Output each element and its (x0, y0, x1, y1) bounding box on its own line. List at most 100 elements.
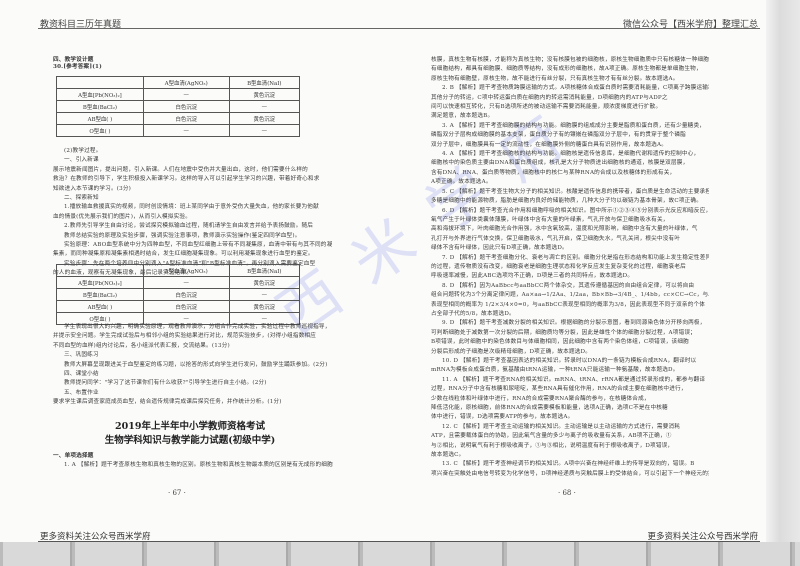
table-cell: 黄色沉淀 (228, 300, 301, 313)
text-line: 四、课堂小结 (64, 371, 99, 378)
left-section-heading: 四、教学设计题 30.[参考答案](1) (53, 56, 102, 73)
section-title-2: 一、单项选择题 (53, 453, 94, 459)
table-cell: — (228, 124, 301, 137)
exam-title: 2019年上半年中小学教师资格考试 (115, 421, 265, 432)
text-line: 1.播放输血救援真实的视频，同时创设情境：班上某同学由于意外受伤大量失血，他的家… (64, 204, 319, 211)
text-line: 绿体不含有叶绿体，因此只有D项正确，故本题选D。 (431, 245, 568, 252)
text-line: 8. D 【解析】因为AaBbcc与aaBbCC两个体杂交，其遗传遵循基因的自由… (442, 282, 695, 289)
text-line: 可判断细胞处于减数第一次分裂的后期，细胞质均等分裂，因此是雄性个体的细胞分裂过程… (431, 329, 696, 336)
text-line: 多糖是细胞中的能源物质，脂肪是细胞内良好的储能物质，几种大分子均以碳链为基本骨架… (431, 198, 702, 205)
text-line: 13. C 【解析】题干考查神经调节的相关知识。A项中兴奋在神经纤维上的传导是双… (442, 461, 695, 468)
text-line: 降低活化能，原核细胞，前体RNA的合成需要模板和能量，选项A正确，选项C不是在中… (431, 405, 668, 412)
text-line: 展示地震新闻图片，提出问题，引入新课。人们在地震中受伤并大量出血，这时，他们需要… (53, 166, 308, 173)
text-line: 双分子层中，细胞膜具有一定的流动性，在细胞膜外侧的糖蛋白具有识别作用，故本题选A… (431, 141, 667, 148)
table-cell: 黄色沉淀 (228, 276, 301, 289)
text-line: 核膜，真核生物有核膜，才能称为真核生物；没有核膜包被的细胞核，原核生物细胞质中只… (431, 57, 709, 63)
table-cell: — (142, 276, 230, 289)
text-line: 知欲进入本节课的学习。(3分) (53, 185, 132, 192)
text-line: 满足题意，故本题选B。 (431, 113, 494, 120)
text-line: 少数在线粒体和叶绿体中进行，RNA的合成需要RNA聚合酶的参与，在核糖体合成， (431, 395, 650, 402)
table-cell: 白色沉淀 (142, 288, 230, 301)
table-cell: A型血[Pb(NO₃)₂] (56, 276, 144, 289)
text-line: 孔打开与外界进行气体交换，保卫细胞吸水，气孔开启，保卫细胞失水，气孔关闭，根尖中… (431, 235, 681, 242)
text-line: 实验原理：ABO血型系统中分为四种血型，不同血型红细胞上带有不同凝集原，血清中带… (64, 242, 333, 249)
text-line: 高和海拔环境下，叶肉细胞光合作用强，水中含氧较高，温度和光照影响，细胞中含有大量… (431, 226, 698, 233)
text-line: 12. C 【解析】题干考查主动运输的相关知识。主动运输是以主动运输的方式进行，… (442, 423, 681, 430)
text-line: 呼吸速率减慢，因此ABC选项均不正确，D项是三者的共同特点，故本题选D。 (431, 273, 634, 280)
text-line: B项错误，此时细胞中的染色体数目与体细胞相同，因此细胞中含有两个染色体组，C项错… (431, 339, 689, 346)
text-line: 2. B 【解析】题干考查物质跨膜运输的方式。A项核糖体合成蛋白质时需要消耗能量… (442, 85, 709, 92)
text-line: 其他分子的转运，C项中转运蛋白质在细胞内的转运需消耗能量，D项细胞内的ATP与A… (431, 94, 668, 101)
text-line: 6. D 【解析】题干考查光合作用和细胞呼吸的相关知识。图中所示①②③④⑤分别表… (442, 207, 709, 214)
text-line: 集素，而同种凝集原和凝集素相遇时结合，发生红细胞凝集现象。可以利用凝集现象进行血… (53, 251, 314, 258)
text-line: 一、引入新课 (64, 157, 99, 164)
text-line: 占全部子代的5/8，故本题选D。 (431, 310, 515, 317)
table-header-cell (56, 76, 144, 89)
table-header-cell: B型血清(NaI) (228, 264, 301, 277)
table-cell: B型血(BaCl₂) (56, 288, 144, 301)
text-line: 过程，RNA分子中含有核糖和尿嘧啶，某些RNA具有催化作用，RNA的合成主要在细… (431, 386, 687, 393)
teaching-process-text-2: 学生表现出很大的兴趣，明确实验原理，观看教师演示，分组合作完成实验，实验过程中教… (53, 323, 343, 408)
table-row: B型血(BaCl₂) 白色沉淀 — (56, 288, 301, 301)
text-line: 11. A 【解析】题干考查RNA的相关知识。mRNA、tRNA、rRNA都是通… (442, 376, 706, 383)
table-cell: 白色沉淀 (142, 300, 230, 313)
text-line: 教师提问同学："学习了这节课你们有什么收获?"引导学生进行自主小结。(2分) (64, 380, 267, 387)
table-header-cell: A型血清(AgNO₃) (142, 76, 230, 89)
table-row: O型血( ) — — (56, 124, 301, 137)
table-cell: 黄色沉淀 (228, 88, 301, 101)
page-number-left: · 67 · (168, 489, 186, 497)
table-cell: O型血( ) (56, 124, 144, 137)
text-line: 9. D 【解析】题干考查减数分裂的相关知识。根据细胞的分裂示意图，看到同源染色… (442, 320, 706, 327)
question-1-analysis: 1. A 【解析】题干考查原核生物和真核生物的区别。原核生物和真核生物最本质的区… (64, 462, 333, 469)
text-line: (2)教学过程。 (64, 148, 102, 154)
text-line: 体中进行，错误，D选项需要ATP的参与，故本题选A。 (431, 414, 574, 421)
text-line: 血的情景(优先展示我们的图片)，从而引入模拟实验。 (53, 213, 192, 220)
text-line: 3. A 【解析】题干考查细胞膜的结构与功能。细胞膜的组成成分主要是脂质和蛋白质… (442, 122, 706, 129)
table-row: B型血(BaCl₂) 白色沉淀 — (56, 100, 301, 113)
table-cell: 白色沉淀 (142, 100, 230, 113)
text-line: 三、巩固练习 (64, 352, 99, 359)
text-line: 与②相比，说明氧气有利于根吸收离子，①与③相比，说明温度有利于根吸收离子，D项错… (431, 442, 674, 449)
table-cell: 黄色沉淀 (228, 112, 301, 125)
answer-analysis-text: 核膜，真核生物有核膜，才能称为真核生物；没有核膜包被的细胞核，原核生物细胞质中只… (431, 56, 709, 479)
table-row: AB型血( ) 白色沉淀 黄色沉淀 (56, 300, 301, 313)
text-line: 二、探索新知 (64, 195, 99, 202)
table-row: A型血[Pb(NO₃)₂] — 黄色沉淀 (56, 276, 301, 289)
text-line: 要求学生课后调查家庭成员血型，结合遗传规律完成课后探究任务，并作统计分析。(1分… (53, 399, 282, 406)
text-line: 含有DNA、RNA、蛋白质等物质，细胞核中的核仁与某种RNA的合成以及核糖体的形… (431, 169, 676, 176)
text-line: 4. A 【解析】题干考查细胞核的结构与功能。细胞核是遗传信息库，是细胞代谢和遗… (442, 151, 700, 158)
exam-subtitle: 生物学科知识与教学能力试题(初级中学) (104, 435, 276, 446)
text-line: 五、布置作业 (64, 389, 99, 396)
table-row: AB型血( ) 白色沉淀 黄色沉淀 (56, 112, 301, 125)
text-line: 教师大屏幕呈现跟进关于血型鉴定的练习题，以抢答的形式向学生进行发问，鼓励学生踊跃… (64, 361, 328, 368)
choice-section: 一、单项选择题 1. A 【解析】题干考查原核生物和真核生物的区别。原核生物和真… (53, 452, 343, 471)
page-number-right: · 68 · (558, 489, 576, 497)
text-line: 组合问题转化为3个分离定律问题，Aa×aa→1/2Aa、1/2aa，Bb×Bb→… (431, 292, 709, 299)
table-header-cell: A型血清(AgNO₃) (142, 264, 230, 277)
text-line: 表现型相同的概率为 1/2×3/4×0=0，与aaBbCC表现型相同的概率为3/… (431, 301, 706, 308)
table-cell: 白色沉淀 (142, 112, 230, 125)
text-line: 7. D 【解析】题干考查细胞分化、衰老与凋亡的区别。细胞分化是指在形态结构和功… (442, 254, 709, 261)
text-line: 2.教师先引导学生自由讨论，尝试探究模拟输血过程，随机请学生自由发言并给予表扬鼓… (64, 223, 314, 230)
table-header-cell: B型血清(NaI) (228, 76, 301, 89)
text-line: 救治？在教师的引导下，学生积极投入新课学习。这样的导入可以引起学生学习的兴趣，带… (53, 176, 320, 183)
text-line: mRNA为模板合成蛋白质，氨基酸由tRNA运输，一种tRNA只能运输一种氨基酸，… (431, 367, 679, 374)
text-line: 氧气产生于叶绿体类囊体薄膜，叶绿体中含有大量的叶绿素，气孔开放与保卫细胞吸水有关… (431, 216, 669, 223)
header-rule (38, 28, 760, 29)
teaching-process-text: (2)教学过程。 一、引入新课展示地震新闻图片，提出问题，引入新课。人们在地震中受… (53, 147, 343, 279)
text-line: A项正确。故本题选A。 (431, 179, 492, 186)
text-line: ATP，且需要载体蛋白的协助，因此氧气含量的多少与离子的吸收量有关系，AB项不正… (431, 433, 672, 440)
blood-type-table-2: A型血清(AgNO₃) B型血清(NaI) A型血[Pb(NO₃)₂] — 黄色沉淀 B型… (56, 264, 301, 325)
table-cell: B型血(BaCl₂) (56, 100, 144, 113)
text-line: 学生表现出很大的兴趣，明确实验原理，观看教师演示，分组合作完成实验，实验过程中教… (64, 324, 331, 330)
text-line: 细胞核中的染色质主要由DNA和蛋白质组成，核孔是大分子物质进出细胞核的通道，核膜… (431, 160, 689, 167)
text-line: 并提示安全问题。学生完成试验后与相邻小组的实验结果进行对比，规范实验技步，(对得… (53, 333, 317, 340)
text-line: 项兴奋在突触处由电信号转变为化学信号，D项神经递质与突触后膜上的受体结合，可以引… (431, 470, 709, 477)
answer-label: 30.[参考答案](1) (53, 64, 102, 71)
scan-edge (766, 0, 800, 542)
text-line: 分裂后形成的子细胞是次级精母细胞，D项正确，故本题选D。 (431, 348, 592, 355)
text-line: 原核生物有细胞壁，原核生物，故不能进行有丝分裂，只有真核生物才有有丝分裂。故本题… (431, 75, 679, 82)
table-cell: — (228, 100, 301, 113)
text-line: 磷脂双分子层构成细胞膜的基本支架，蛋白质分子有的镶嵌在磷脂双分子层中，有的贯穿于… (431, 132, 686, 139)
table-row: A型血[Pb(NO₃)₂] — 黄色沉淀 (56, 88, 301, 101)
